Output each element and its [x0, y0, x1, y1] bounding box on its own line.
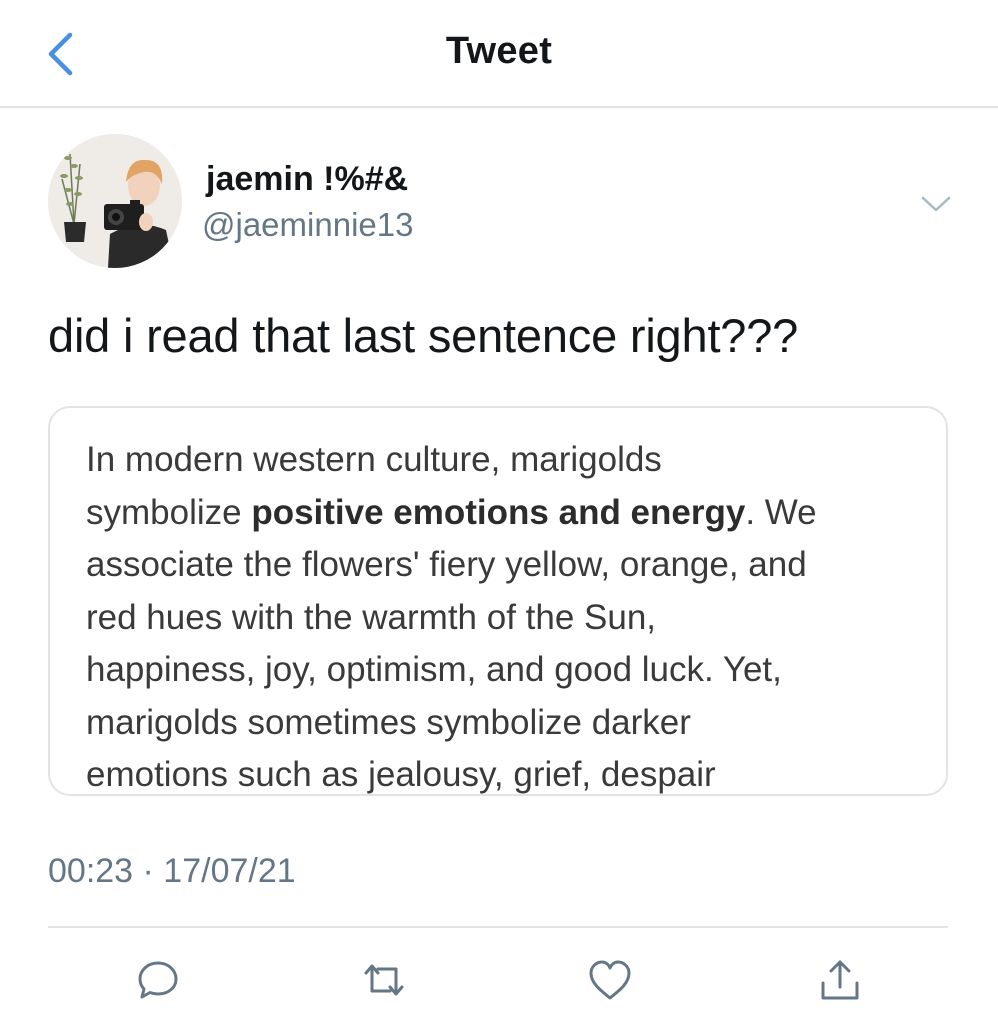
quoted-text: In modern western culture, marigolds sym…	[86, 434, 936, 794]
tweet-author: jaemin !%#& @jaeminnie13	[48, 134, 951, 274]
quote-text-span: symbolize	[86, 492, 252, 532]
reply-button[interactable]	[134, 956, 182, 1004]
like-button[interactable]	[586, 956, 634, 1004]
quote-line: happiness, joy, optimism, and good luck.…	[86, 650, 782, 689]
quote-line: marigolds sometimes symbolize darker	[86, 702, 691, 742]
quote-line: In modern western culture, marigolds	[86, 440, 662, 479]
divider	[48, 926, 948, 928]
tweet-timestamp: 00:23 · 17/07/21	[48, 852, 296, 890]
like-icon	[589, 960, 631, 1000]
reply-icon	[138, 961, 178, 999]
display-name[interactable]: jaemin !%#&	[206, 160, 408, 199]
more-options-button[interactable]	[914, 186, 958, 222]
attached-image-card[interactable]: In modern western culture, marigolds sym…	[48, 406, 948, 796]
tweet-text: did i read that last sentence right???	[48, 309, 799, 362]
retweet-icon	[364, 964, 404, 996]
quote-line: symbolize positive emotions and energy. …	[86, 487, 936, 540]
page-title: Tweet	[445, 30, 553, 72]
quote-bold-text: positive emotions and energy	[251, 492, 746, 532]
share-icon	[821, 960, 859, 1000]
quote-text-span: . We	[745, 492, 817, 532]
retweet-button[interactable]	[360, 956, 408, 1004]
chevron-down-icon	[921, 196, 951, 212]
quote-line: red hues with the warmth of the Sun,	[86, 597, 657, 637]
avatar[interactable]	[48, 134, 182, 268]
quote-line: emotions such as jealousy, grief, despai…	[86, 755, 716, 794]
quote-line: associate the flowers' fiery yellow, ora…	[86, 545, 807, 584]
share-button[interactable]	[816, 956, 864, 1004]
nav-bar: Tweet	[0, 0, 998, 108]
user-handle[interactable]: @jaeminnie13	[202, 206, 413, 244]
profile-photo	[48, 134, 182, 268]
